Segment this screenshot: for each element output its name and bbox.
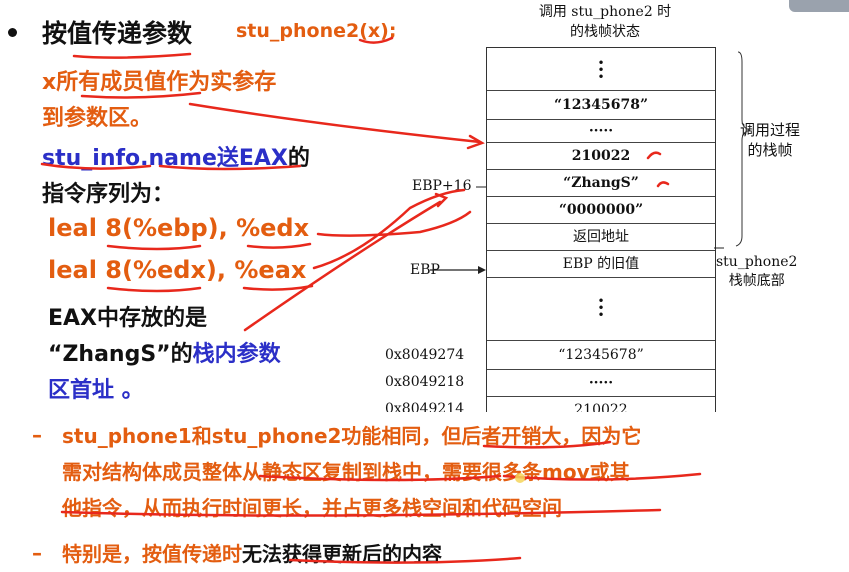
- underline-title: [72, 52, 192, 59]
- underline-name: [158, 164, 302, 171]
- underline-eax: [242, 284, 314, 291]
- annotation-overlay: [40, 36, 751, 564]
- underline-line3: [60, 508, 662, 517]
- mark-name: [656, 181, 670, 188]
- cursor-highlight: [515, 473, 525, 483]
- line-eax-to-name: [243, 200, 442, 332]
- underline-copy: [258, 474, 502, 482]
- underline-overhead: [482, 440, 612, 449]
- ebp-arrow-head: [478, 266, 486, 274]
- underline-ebp-offset: [106, 244, 202, 251]
- underline-mov: [502, 472, 702, 481]
- underline-edx-offset: [106, 286, 202, 293]
- underline-stu-info: [40, 162, 152, 170]
- underline-edx: [246, 242, 312, 249]
- underline-members: [80, 91, 202, 99]
- underline-no-update: [288, 556, 522, 564]
- underline-x: [358, 36, 394, 44]
- caller-frame-brace: [735, 51, 751, 247]
- mark-number: [646, 151, 662, 160]
- arrow-to-stack-params: [188, 102, 482, 144]
